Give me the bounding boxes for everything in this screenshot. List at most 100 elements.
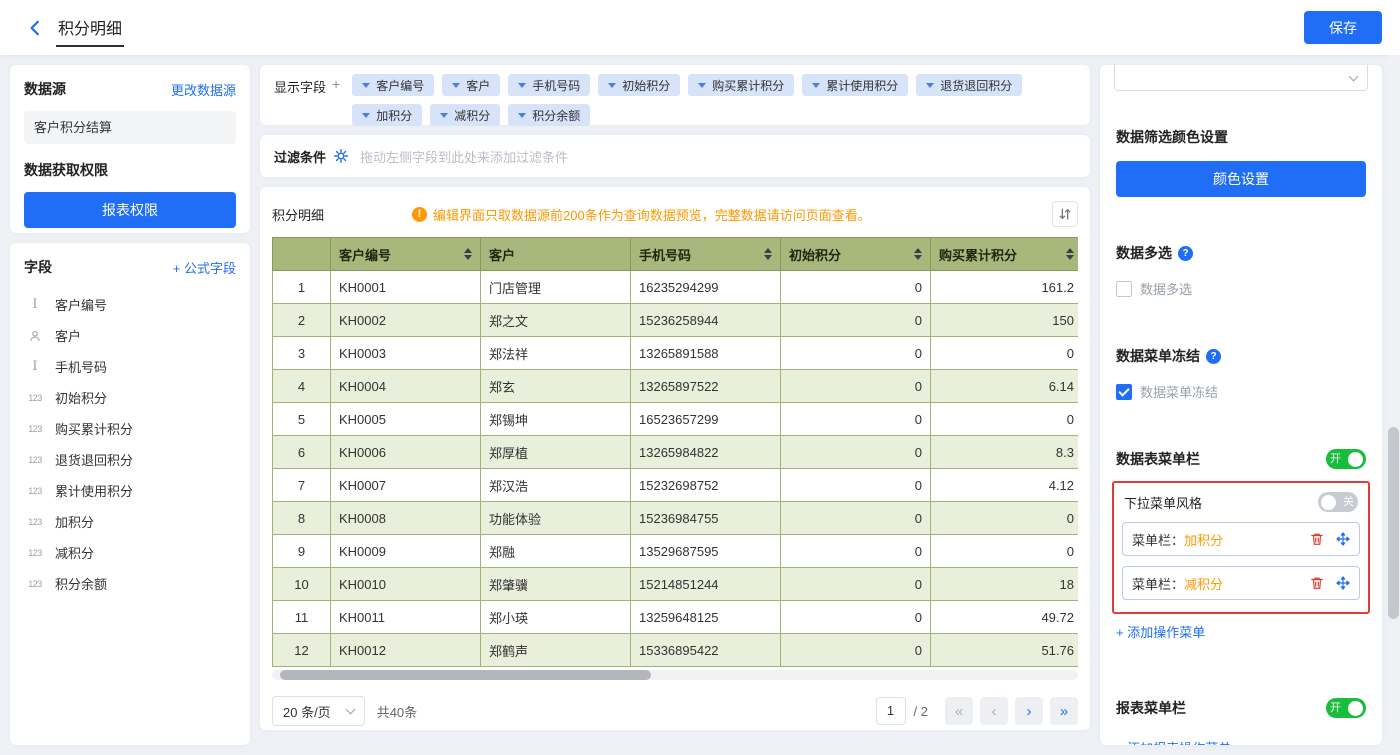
delete-icon[interactable] (1310, 532, 1324, 546)
field-item[interactable]: 123累计使用积分 (24, 475, 236, 506)
display-field-chip[interactable]: 购买累计积分 (688, 74, 794, 96)
save-button[interactable]: 保存 (1304, 11, 1382, 44)
table-row[interactable]: 11KH0011郑小瑛13259648125049.72 (273, 601, 1079, 634)
display-field-chip[interactable]: 客户 (442, 74, 500, 96)
help-icon[interactable]: ? (1206, 349, 1221, 364)
table-row[interactable]: 4KH0004郑玄1326589752206.14 (273, 370, 1079, 403)
multi-select-checkbox[interactable] (1116, 281, 1132, 297)
table-row[interactable]: 8KH0008功能体验1523698475500 (273, 502, 1079, 535)
dropdown-style-label: 下拉菜单风格 (1124, 493, 1202, 512)
table-row[interactable]: 1KH0001门店管理162352942990161.2 (273, 271, 1079, 304)
chip-label: 客户 (466, 77, 490, 94)
display-field-chip[interactable]: 积分余额 (508, 104, 590, 126)
delete-icon[interactable] (1310, 576, 1324, 590)
table-row[interactable]: 12KH0012郑鹤声15336895422051.76 (273, 634, 1079, 667)
display-field-chip[interactable]: 手机号码 (508, 74, 590, 96)
table-cell: KH0009 (331, 535, 481, 568)
last-page-button[interactable]: » (1050, 697, 1078, 725)
current-page-input[interactable]: 1 (876, 697, 906, 725)
help-icon[interactable]: ? (1178, 246, 1193, 261)
table-row[interactable]: 10KH0010郑肇骥15214851244018 (273, 568, 1079, 601)
add-display-field-icon[interactable]: + (332, 76, 340, 92)
change-datasource-link[interactable]: 更改数据源 (171, 80, 236, 99)
table-cell: 4.12 (931, 469, 1079, 502)
sort-icon[interactable] (464, 248, 472, 260)
formula-field-link[interactable]: + 公式字段 (173, 258, 236, 277)
data-table: 客户编号客户手机号码初始积分购买累计积分 1KH0001门店管理16235294… (272, 237, 1078, 667)
table-cell: 51.76 (931, 634, 1079, 667)
datasource-name[interactable]: 客户积分结算 (24, 111, 236, 144)
horizontal-scrollbar[interactable] (272, 670, 1078, 680)
dropdown-triangle-icon (698, 83, 706, 88)
table-menu-toggle[interactable]: 开 (1326, 449, 1366, 469)
field-item[interactable]: I手机号码 (24, 351, 236, 382)
move-icon[interactable] (1336, 576, 1350, 590)
table-header-row: 客户编号客户手机号码初始积分购买累计积分 (273, 238, 1079, 271)
add-operation-menu-link[interactable]: + 添加操作菜单 (1116, 622, 1205, 641)
toggle-knob (1348, 701, 1363, 716)
settings-panel: 数据筛选颜色设置 颜色设置 数据多选 ? 数据多选 数据菜单冻结 ? 数据菜单冻… (1100, 65, 1382, 745)
field-item[interactable]: 123积分余额 (24, 568, 236, 599)
add-report-menu-link[interactable]: + 添加报表操作菜单 (1116, 738, 1231, 745)
page-scrollbar-thumb[interactable] (1388, 427, 1399, 619)
field-item[interactable]: 123加积分 (24, 506, 236, 537)
column-header[interactable]: 手机号码 (631, 238, 781, 271)
sort-icon[interactable] (914, 248, 922, 260)
field-item[interactable]: I客户编号 (24, 289, 236, 320)
settings-select[interactable] (1114, 65, 1368, 91)
horizontal-scrollbar-thumb[interactable] (280, 670, 651, 680)
sort-order-button[interactable] (1052, 201, 1078, 227)
page-scrollbar[interactable] (1388, 55, 1399, 755)
color-settings-button[interactable]: 颜色设置 (1116, 161, 1366, 197)
back-button[interactable] (26, 19, 44, 37)
page-size-select[interactable]: 20 条/页 (272, 696, 365, 726)
table-cell: 6 (273, 436, 331, 469)
field-label: 客户 (55, 326, 81, 345)
sort-icon[interactable] (764, 248, 772, 260)
table-cell: 郑小瑛 (481, 601, 631, 634)
multi-select-option[interactable]: 数据多选 (1116, 279, 1366, 298)
sort-order-icon (1058, 207, 1072, 221)
next-page-button[interactable]: › (1015, 697, 1043, 725)
display-field-chip[interactable]: 累计使用积分 (802, 74, 908, 96)
first-page-button[interactable]: « (945, 697, 973, 725)
table-row[interactable]: 5KH0005郑锡坤1652365729900 (273, 403, 1079, 436)
dropdown-style-toggle[interactable]: 关 (1318, 492, 1358, 512)
table-cell: 15232698752 (631, 469, 781, 502)
sort-icon[interactable] (1066, 248, 1074, 260)
field-item[interactable]: 123退货退回积分 (24, 444, 236, 475)
table-row[interactable]: 9KH0009郑融1352968759500 (273, 535, 1079, 568)
display-field-chip[interactable]: 客户编号 (352, 74, 434, 96)
move-icon[interactable] (1336, 532, 1350, 546)
gear-icon[interactable] (334, 149, 348, 163)
table-cell: 郑锡坤 (481, 403, 631, 436)
display-field-chip[interactable]: 加积分 (352, 104, 422, 126)
table-footer: 20 条/页 共40条 1 / 2 « ‹ › » (272, 696, 1078, 726)
field-item[interactable]: 123购买累计积分 (24, 413, 236, 444)
display-field-chip[interactable]: 初始积分 (598, 74, 680, 96)
table-row[interactable]: 6KH0006郑厚植1326598482208.3 (273, 436, 1079, 469)
table-row[interactable]: 7KH0007郑汉浩1523269875204.12 (273, 469, 1079, 502)
field-item[interactable]: 123初始积分 (24, 382, 236, 413)
menu-freeze-checkbox[interactable] (1116, 384, 1132, 400)
field-item[interactable]: 123减积分 (24, 537, 236, 568)
display-field-chip[interactable]: 退货退回积分 (916, 74, 1022, 96)
toggle-label: 关 (1342, 497, 1355, 508)
report-menu-toggle[interactable]: 开 (1326, 698, 1366, 718)
menu-bar-item[interactable]: 菜单栏：加积分 (1122, 522, 1360, 556)
table-row[interactable]: 2KH0002郑之文152362589440150 (273, 304, 1079, 337)
column-header[interactable]: 购买累计积分 (931, 238, 1079, 271)
prev-page-button[interactable]: ‹ (980, 697, 1008, 725)
preview-notice-text: 编辑界面只取数据源前200条作为查询数据预览，完整数据请访问页面查看。 (433, 205, 871, 224)
display-field-chip[interactable]: 减积分 (430, 104, 500, 126)
menu-freeze-option[interactable]: 数据菜单冻结 (1116, 382, 1366, 401)
menu-bar-item[interactable]: 菜单栏：减积分 (1122, 566, 1360, 600)
report-permission-button[interactable]: 报表权限 (24, 192, 236, 228)
table-row[interactable]: 3KH0003郑法祥1326589158800 (273, 337, 1079, 370)
column-header[interactable]: 初始积分 (781, 238, 931, 271)
table-cell: 0 (781, 337, 931, 370)
table-cell: 15236258944 (631, 304, 781, 337)
table-cell: 18 (931, 568, 1079, 601)
field-item[interactable]: 客户 (24, 320, 236, 351)
column-header[interactable]: 客户编号 (331, 238, 481, 271)
